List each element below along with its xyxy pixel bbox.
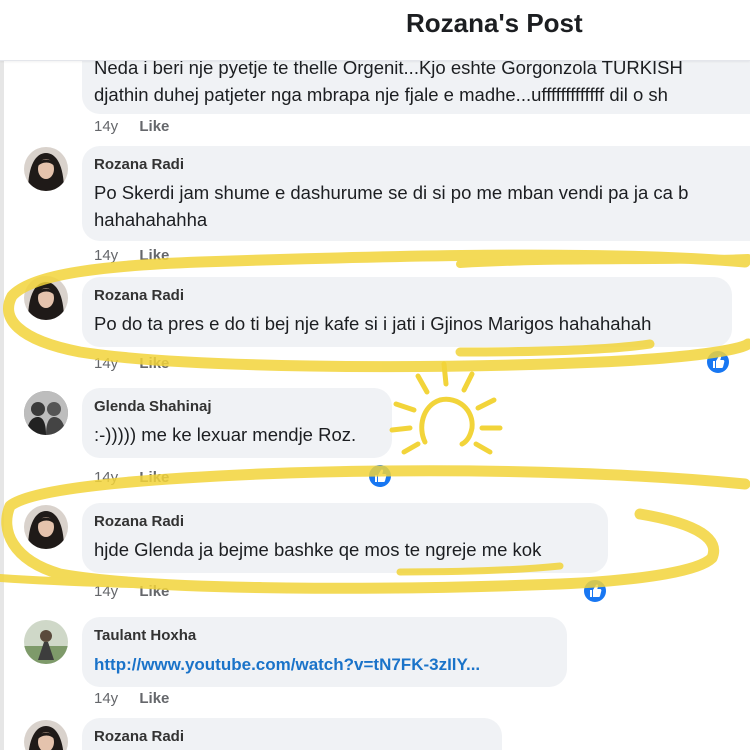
reaction-badge[interactable] — [705, 349, 731, 375]
sun-doodle-icon — [389, 361, 503, 455]
reaction-badge[interactable] — [582, 578, 608, 604]
avatar[interactable] — [24, 620, 68, 664]
comment-text: Po Skerdi jam shume e dashurume se di si… — [94, 182, 689, 203]
avatar[interactable] — [24, 276, 68, 320]
thumbs-up-icon — [590, 584, 602, 597]
comment-author[interactable]: Rozana Radi — [94, 155, 750, 174]
comment-meta: 14y Like — [94, 583, 169, 600]
avatar[interactable] — [24, 391, 68, 435]
comment-text: djathin duhej patjeter nga mbrapa nje fj… — [94, 84, 668, 105]
comment-meta: 14y Like — [94, 690, 169, 707]
comment-bubble: Rozana Radi Po Skerdi jam shume e dashur… — [82, 146, 750, 241]
comment-author[interactable]: Taulant Hoxha — [94, 626, 553, 645]
comment-bubble: Glenda Shahinaj :-))))) me ke lexuar men… — [82, 388, 392, 458]
youtube-link[interactable]: http://www.youtube.com/watch?v=tN7FK-3zI… — [94, 655, 480, 674]
comment-time: 14y — [94, 583, 119, 600]
avatar[interactable] — [24, 505, 68, 549]
avatar[interactable] — [24, 720, 68, 750]
comments-screen: Rozana's Post Neda i beri nje pyetje te … — [0, 0, 750, 750]
comment-time: 14y — [94, 355, 119, 372]
comment-text: Po do ta pres e do ti bej nje kafe si i … — [94, 313, 652, 334]
comment-time: 14y — [94, 118, 119, 135]
comment-text: hahahahahha — [94, 209, 208, 230]
comment-text: hjde Glenda ja bejme bashke qe mos te ng… — [94, 539, 542, 560]
comment-bubble: Rozana Radi — [82, 718, 502, 750]
like-button[interactable]: Like — [139, 118, 169, 135]
comment-author[interactable]: Rozana Radi — [94, 727, 488, 746]
comment-bubble: Rozana Radi hjde Glenda ja bejme bashke … — [82, 503, 608, 573]
comment-text: http://www.youtube.com/watch?v=tN7FK-3zI… — [94, 650, 553, 678]
comment-author[interactable]: Rozana Radi — [94, 512, 594, 531]
like-button[interactable]: Like — [139, 690, 169, 707]
like-button[interactable]: Like — [139, 355, 169, 372]
thumbs-up-icon — [713, 355, 725, 368]
post-header: Rozana's Post — [0, 0, 750, 61]
left-edge — [0, 0, 4, 750]
thumbs-up-icon — [375, 469, 387, 482]
comment-bubble: Taulant Hoxha http://www.youtube.com/wat… — [82, 617, 567, 687]
comment-bubble: Rozana Radi Po do ta pres e do ti bej nj… — [82, 277, 732, 347]
comment-text: :-))))) me ke lexuar mendje Roz. — [94, 424, 357, 445]
like-button[interactable]: Like — [139, 247, 169, 264]
like-button[interactable]: Like — [139, 583, 169, 600]
comment-meta: 14y Like — [94, 469, 169, 486]
reaction-badge[interactable] — [367, 463, 393, 489]
comment-meta: 14y Like — [94, 247, 169, 264]
avatar[interactable] — [24, 147, 68, 191]
like-button[interactable]: Like — [139, 469, 169, 486]
comment-meta: 14y Like — [94, 355, 169, 372]
post-title: Rozana's Post — [406, 8, 583, 38]
comment-meta: 14y Like — [94, 118, 169, 135]
comment-time: 14y — [94, 690, 119, 707]
comment-author[interactable]: Rozana Radi — [94, 286, 718, 305]
comment-time: 14y — [94, 247, 119, 264]
comment-author[interactable]: Glenda Shahinaj — [94, 397, 378, 416]
comment-time: 14y — [94, 469, 119, 486]
